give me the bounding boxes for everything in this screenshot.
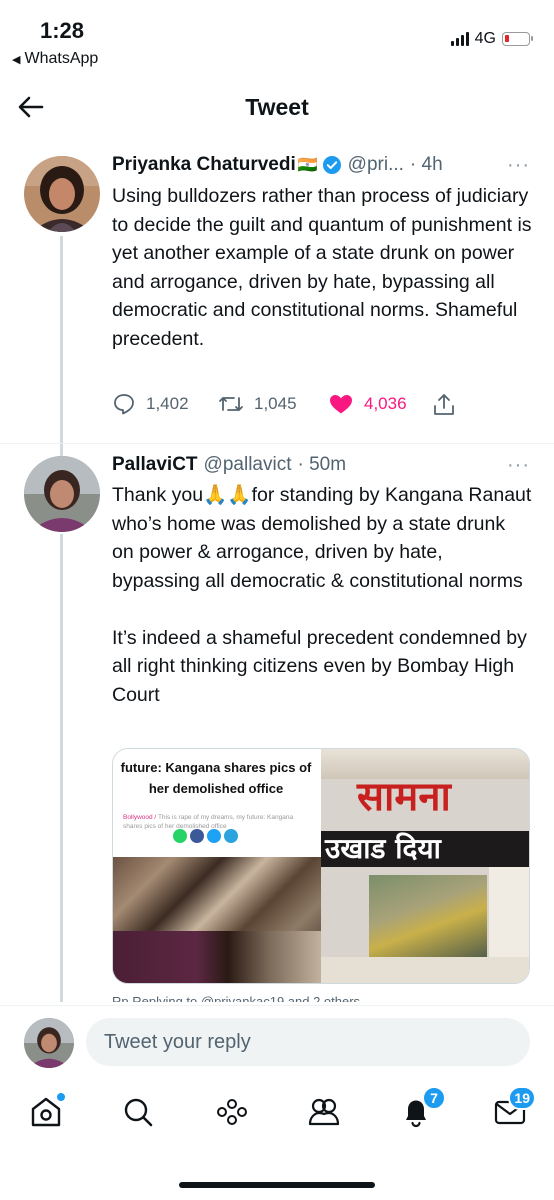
tweet-text: Thank you🙏🙏for standing by Kangana Ranau… <box>112 484 532 706</box>
my-avatar <box>24 1018 74 1068</box>
divider <box>0 443 554 444</box>
retweet-button[interactable]: 1,045 <box>218 392 297 416</box>
reply-icon <box>114 394 134 415</box>
tab-spaces[interactable] <box>214 1094 250 1130</box>
reply-bar: Tweet your reply <box>0 1005 554 1077</box>
verified-badge-icon <box>322 156 341 174</box>
more-options-icon[interactable]: ··· <box>507 454 530 477</box>
thread-line <box>60 534 63 1002</box>
avatar[interactable] <box>24 456 100 532</box>
more-options-icon[interactable]: ··· <box>507 154 530 177</box>
india-flag-icon: 🇮🇳 <box>297 157 318 174</box>
article-category: Bollywood / <box>123 814 157 821</box>
status-bar: 1:28 ◀ WhatsApp 4G <box>0 0 554 78</box>
telegram-icon <box>224 829 238 843</box>
thread-line <box>60 236 63 456</box>
home-indicator <box>179 1182 375 1188</box>
back-app-label: WhatsApp <box>24 50 99 67</box>
home-notification-dot <box>56 1092 66 1102</box>
avatar[interactable] <box>24 156 100 232</box>
battery-icon <box>502 32 533 46</box>
tweet-time: · 4h <box>409 154 443 175</box>
media-image-article[interactable]: future: Kangana shares pics of her demol… <box>113 749 322 983</box>
tweet-header: Priyanka Chaturvedi 🇮🇳 @pri... · 4h <box>112 154 443 176</box>
like-count: 4,036 <box>364 394 407 413</box>
tweet-media[interactable]: future: Kangana shares pics of her demol… <box>112 748 530 984</box>
newspaper-masthead: सामना <box>357 773 451 820</box>
back-to-app-link[interactable]: ◀ WhatsApp <box>12 50 98 68</box>
truncated-replying-line: Rp Replying to @priyankac19 and 2 others <box>112 994 361 1002</box>
twitter-icon <box>207 829 221 843</box>
messages-badge: 19 <box>508 1086 536 1110</box>
tweet-header: PallaviCT @pallavict · 50m <box>112 454 346 476</box>
tab-messages[interactable]: 19 <box>492 1086 536 1130</box>
spaces-icon <box>217 1099 247 1125</box>
status-indicators: 4G <box>450 30 533 48</box>
reply-input[interactable]: Tweet your reply <box>86 1018 530 1066</box>
retweet-icon <box>219 397 243 411</box>
bulldozer-photo <box>369 875 487 957</box>
whatsapp-icon <box>173 829 187 843</box>
author-handle[interactable]: @pallavict <box>204 454 292 476</box>
tab-home[interactable] <box>28 1092 66 1130</box>
signal-icon <box>450 32 469 46</box>
like-button[interactable]: 4,036 <box>328 392 407 416</box>
share-icon[interactable] <box>432 392 456 418</box>
demolished-office-photo <box>113 857 322 983</box>
tab-communities[interactable] <box>306 1094 342 1130</box>
notifications-badge: 7 <box>422 1086 446 1110</box>
article-title: future: Kangana shares pics of her demol… <box>120 760 312 796</box>
tweet-text: Using bulldozers rather than process of … <box>112 185 537 350</box>
facebook-icon <box>190 829 204 843</box>
communities-icon <box>308 1098 340 1126</box>
back-triangle-icon: ◀ <box>12 54 21 66</box>
retweet-count: 1,045 <box>254 394 297 413</box>
author-name[interactable]: Priyanka Chaturvedi <box>112 154 296 176</box>
share-icons <box>173 829 238 843</box>
author-handle[interactable]: @pri... <box>348 154 404 176</box>
tab-search[interactable] <box>120 1094 156 1130</box>
tab-bar: 7 19 <box>0 1080 554 1150</box>
reply-button[interactable]: 1,402 <box>112 392 189 416</box>
heart-icon <box>330 395 352 414</box>
search-icon <box>124 1098 153 1127</box>
header: Tweet <box>0 80 554 136</box>
tab-notifications[interactable]: 7 <box>398 1086 446 1130</box>
reply-count: 1,402 <box>146 394 189 413</box>
tweet-time: · 50m <box>297 454 347 475</box>
status-time: 1:28 <box>40 18 85 43</box>
newspaper-headline: उखाड दिया <box>325 832 441 865</box>
media-image-newspaper[interactable]: सामना उखाड दिया <box>321 749 529 983</box>
page-title: Tweet <box>245 94 309 120</box>
tweet-actions: 1,402 1,045 4,036 <box>112 392 532 420</box>
network-type: 4G <box>474 30 496 47</box>
author-name[interactable]: PallaviCT <box>112 454 198 476</box>
